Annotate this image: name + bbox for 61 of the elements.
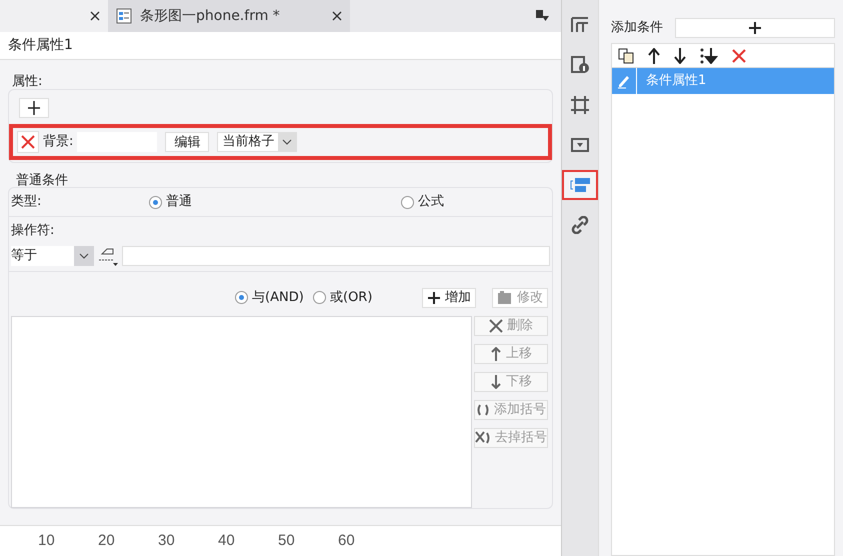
delete-icon[interactable] [732,48,746,62]
copy-icon[interactable] [618,48,634,64]
close-icon[interactable] [90,11,100,21]
ruler-number: 60 [338,530,356,551]
radio-button[interactable] [149,196,162,209]
editor-tab[interactable]: 条形图一phone.frm * [108,0,350,32]
ruler-number: 10 [38,530,56,551]
close-icon[interactable] [332,11,342,21]
condition-icon[interactable] [570,178,590,192]
type-label: 类型: [11,193,42,212]
dropdown-icon[interactable] [571,138,589,152]
radio-label: 公式 [418,193,444,212]
scope-dropdown[interactable]: 当前格子 [217,132,298,152]
report-file-icon [116,8,132,24]
background-label: 背景: [43,133,74,152]
radio-label: 或(OR) [330,288,372,307]
pencil-icon [616,73,632,89]
move-bottom-icon[interactable] [700,48,718,64]
operator-dropdown[interactable]: 等于 [11,246,94,266]
plus-icon [427,290,441,305]
condition-item[interactable]: 条件属性1 [612,68,834,94]
dialog-title: 条件属性1 [8,36,73,55]
ruler-number: 20 [98,530,116,551]
down-arrow-icon [490,374,502,389]
radio-label: 与(AND) [252,288,304,307]
frame-icon[interactable] [571,96,589,114]
down-arrow-icon[interactable] [674,48,686,64]
remove-parentheses-icon [475,430,491,445]
value-type-icon[interactable] [98,246,118,266]
radio-button[interactable] [313,291,326,304]
radio-button[interactable] [401,196,414,209]
add-condition-label: 添加条件 [611,19,663,38]
chevron-down-icon [282,139,292,146]
value-field[interactable] [122,246,550,266]
tab-menu-icon[interactable] [536,10,549,22]
cross-icon [21,135,35,150]
remove-button[interactable] [17,131,39,154]
radio-button[interactable] [235,291,248,304]
ruler-number: 30 [158,530,176,551]
grid-icon[interactable] [571,17,589,33]
plus-icon [749,22,761,34]
tab-label: 条形图一phone.frm * [140,6,281,26]
radio-label: 普通 [166,192,192,212]
up-arrow-icon [490,346,502,361]
cross-icon [489,318,503,333]
ruler-number: 40 [218,530,236,551]
plus-icon [28,101,40,116]
table-info-icon[interactable] [571,56,589,74]
chevron-down-icon [79,252,89,259]
up-arrow-icon[interactable] [648,48,660,64]
ruler-number: 50 [278,530,296,551]
toolbar-tab[interactable] [562,170,598,200]
condition-label: 条件属性1 [646,72,706,90]
operator-label: 操作符: [10,222,56,240]
section-label: 属性: [12,72,44,91]
add-button[interactable]: 增加 [422,288,476,308]
parentheses-icon [476,404,490,416]
section-label: 普通条件 [16,172,69,190]
link-icon[interactable] [571,216,589,234]
edit-button[interactable]: 编辑 [165,132,210,152]
add-button[interactable] [19,98,49,118]
